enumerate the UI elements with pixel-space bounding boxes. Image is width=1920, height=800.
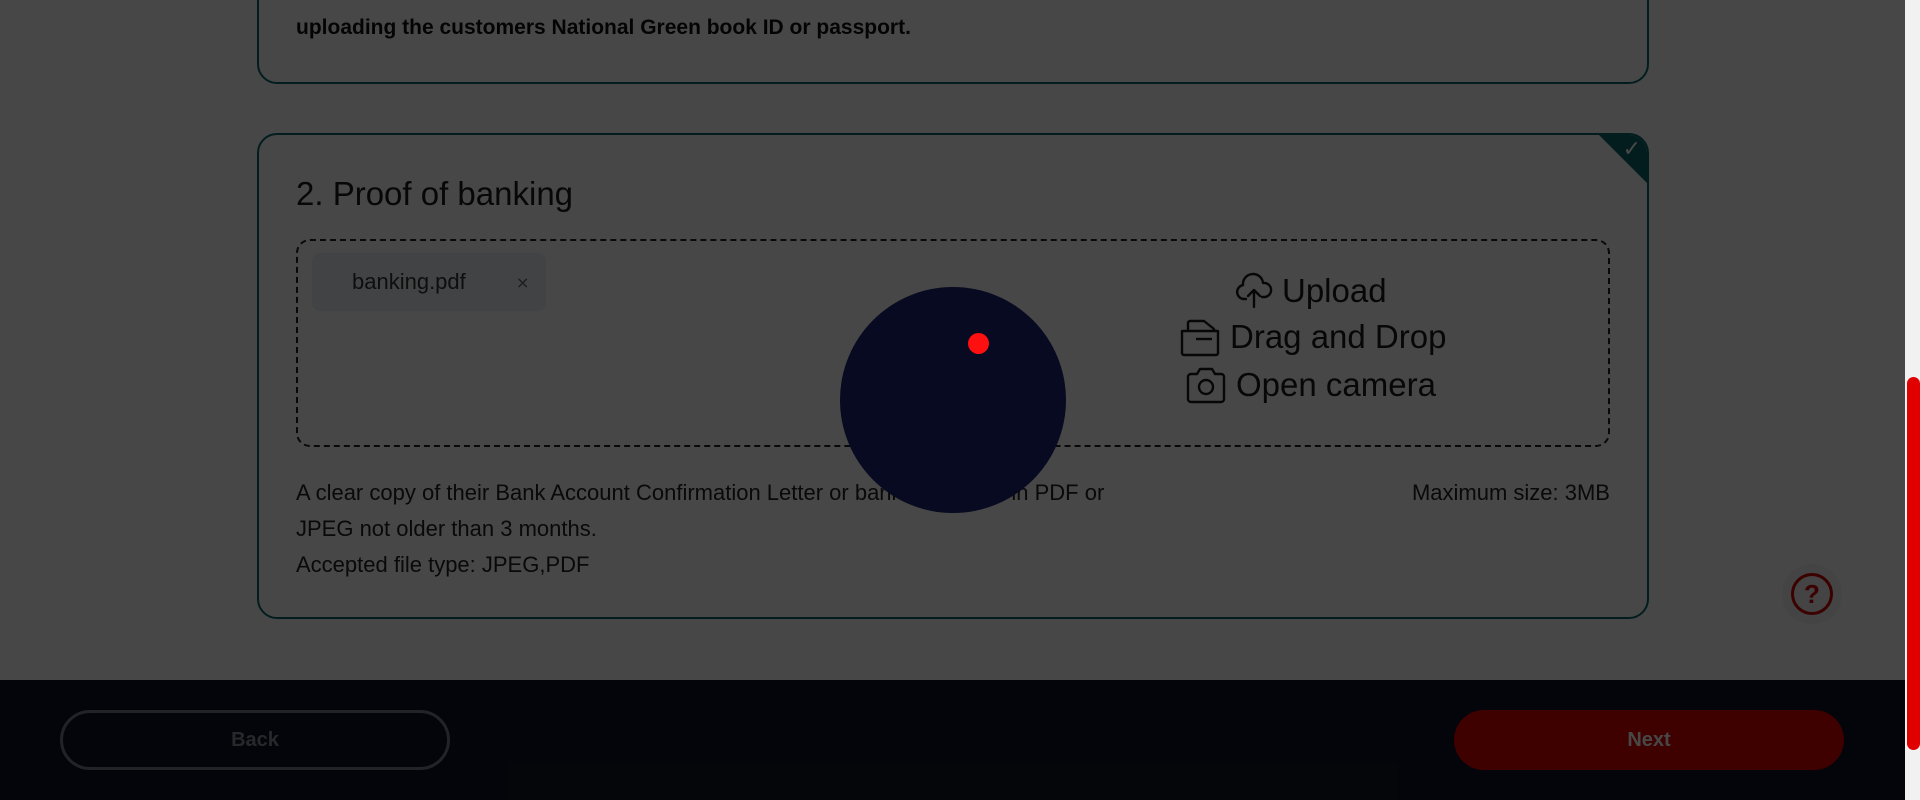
uploaded-file-name: banking.pdf bbox=[352, 269, 466, 294]
cursor-highlight bbox=[840, 287, 1066, 513]
question-icon: ? bbox=[1791, 573, 1833, 615]
accepted-file-types: Accepted file type: JPEG,PDF bbox=[296, 552, 590, 577]
requirements-line-2: JPEG not older than 3 months. bbox=[296, 516, 597, 541]
camera-icon bbox=[1186, 367, 1226, 404]
next-button[interactable]: Next bbox=[1454, 710, 1844, 770]
open-camera-label: Open camera bbox=[1236, 366, 1436, 403]
requirements-line-1: A clear copy of their Bank Account Confi… bbox=[296, 480, 1105, 505]
uploaded-file-chip: banking.pdf × bbox=[312, 253, 546, 311]
drag-and-drop-label: Drag and Drop bbox=[1230, 318, 1447, 355]
cloud-upload-icon bbox=[1235, 272, 1273, 309]
upload-requirements: A clear copy of their Bank Account Confi… bbox=[296, 475, 1196, 583]
scrollbar-thumb[interactable] bbox=[1907, 377, 1920, 750]
max-file-size: Maximum size: 3MB bbox=[1411, 480, 1610, 505]
help-button[interactable]: ? bbox=[1782, 564, 1842, 624]
upload-button[interactable]: Upload bbox=[1234, 271, 1387, 311]
id-document-instructions: uploading the customers National Green b… bbox=[296, 16, 911, 39]
cursor-pointer bbox=[968, 333, 989, 354]
back-button[interactable]: Back bbox=[60, 710, 450, 770]
id-document-card: uploading the customers National Green b… bbox=[257, 0, 1649, 84]
upload-label: Upload bbox=[1282, 272, 1387, 309]
open-camera-button[interactable]: Open camera bbox=[1184, 365, 1436, 405]
footer-bar: Back Next bbox=[0, 680, 1905, 800]
remove-file-button[interactable]: × bbox=[516, 273, 529, 292]
folder-icon bbox=[1180, 319, 1220, 357]
drag-and-drop-button[interactable]: Drag and Drop bbox=[1178, 317, 1446, 357]
check-icon: ✓ bbox=[1622, 137, 1641, 162]
section-title: 2. Proof of banking bbox=[296, 175, 574, 212]
